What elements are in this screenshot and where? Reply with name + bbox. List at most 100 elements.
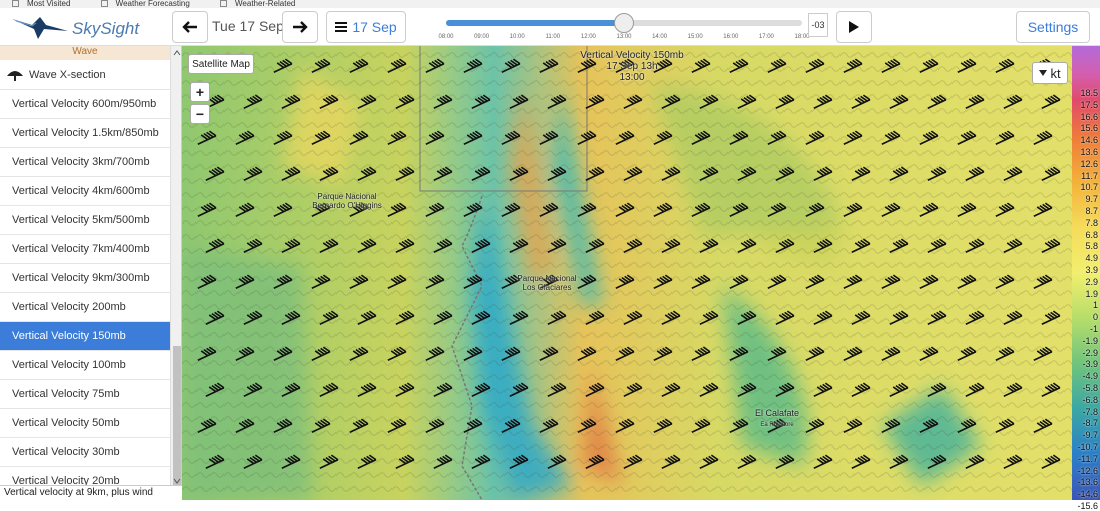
forecast-map[interactable]: Satellite Map + − Vertical Velocity 150m…: [182, 46, 1072, 500]
legend-value: 8.7: [1085, 206, 1098, 216]
legend-value: -14.6: [1077, 489, 1098, 500]
sidebar-section-wave[interactable]: Wave: [0, 46, 170, 60]
folder-icon: [100, 0, 108, 8]
legend-value: 15.6: [1080, 123, 1098, 134]
time-tick-label: 14:00: [652, 34, 668, 40]
legend-value: 3.9: [1085, 265, 1098, 275]
time-tick-label: 10:00: [509, 34, 525, 40]
legend-value: 5.8: [1085, 241, 1098, 252]
legend-value: -2.9: [1082, 347, 1098, 358]
legend-value: 11.7: [1081, 170, 1098, 181]
app-logo[interactable]: SkySight: [10, 13, 170, 41]
umbrella-wave-icon: [7, 70, 23, 81]
legend-value: 4.9: [1085, 253, 1098, 264]
gear-icon: [12, 0, 19, 8]
legend-value: -11.7: [1078, 453, 1098, 464]
sidebar-item[interactable]: Vertical Velocity 1.5km/850mb: [0, 119, 170, 148]
time-ticks: 08:00 09:00 10:00 11:00 12:00 13:00 14:00 15:00…: [438, 32, 809, 42]
legend-value: -10.7: [1077, 442, 1098, 452]
legend-value: 10.7: [1080, 182, 1098, 193]
top-toolbar: SkySight Tue 17 Sep 17 Sep 08:00 09:00 10:…: [0, 8, 1100, 46]
legend-value: -8.7: [1082, 418, 1098, 429]
legend-value: -9.7: [1082, 430, 1098, 441]
folder-icon: [220, 0, 228, 8]
sidebar-scrollbar[interactable]: [170, 46, 182, 500]
legend-value: 14.6: [1080, 135, 1098, 146]
time-tick-label: 13:00: [616, 34, 632, 40]
place-label-el-calafate: El Calafate: [754, 408, 800, 418]
legend-value: -7.8: [1082, 406, 1098, 417]
time-tick-label: 08:00: [438, 34, 454, 40]
time-slider-thumb[interactable]: [614, 13, 634, 33]
legend-value: 18.5: [1080, 88, 1098, 98]
bookmark-weather-related[interactable]: Weather-Related: [214, 0, 303, 8]
scroll-up-icon[interactable]: [171, 48, 182, 58]
map-title-line1: Vertical Velocity 150mb: [580, 50, 684, 61]
legend-value: 6.8: [1085, 229, 1098, 240]
legend-value: 17.5: [1080, 99, 1098, 110]
satellite-map-button[interactable]: Satellite Map: [188, 54, 254, 74]
sidebar-item[interactable]: Vertical Velocity 50mb: [0, 409, 170, 438]
time-slider-fill: [446, 20, 624, 26]
time-tick-label: 17:00: [758, 34, 774, 40]
legend-value: -12.6: [1077, 465, 1098, 476]
sidebar-item[interactable]: Vertical Velocity 150mb: [0, 322, 170, 351]
legend-value: 0: [1092, 312, 1098, 323]
bookmark-most-visited[interactable]: Most Visited: [6, 0, 78, 8]
legend-value: 7.8: [1085, 217, 1098, 228]
legend-value: -6.8: [1082, 394, 1098, 405]
legend-value: -3.9: [1082, 359, 1098, 370]
sidebar-item[interactable]: Vertical Velocity 100mb: [0, 351, 170, 380]
sidebar-item[interactable]: Vertical Velocity 5km/500mb: [0, 206, 170, 235]
sidebar-item[interactable]: Vertical Velocity 3km/700mb: [0, 148, 170, 177]
units-dropdown[interactable]: kt: [1032, 62, 1068, 84]
legend-value: 1.9: [1085, 288, 1098, 299]
sidebar-item[interactable]: Vertical Velocity 7km/400mb: [0, 235, 170, 264]
sidebar-item[interactable]: Vertical Velocity 200mb: [0, 293, 170, 322]
time-slider[interactable]: [446, 13, 802, 33]
legend-value: 2.9: [1085, 276, 1098, 287]
prev-day-button[interactable]: [172, 11, 208, 43]
legend-value: -15.6: [1077, 501, 1098, 511]
legend-value: -5.8: [1082, 383, 1098, 393]
map-title-line3: 13:00: [619, 72, 645, 83]
legend-value: -13.6: [1077, 477, 1098, 488]
sidebar-scroll-thumb[interactable]: [173, 346, 181, 486]
hamburger-icon: [335, 22, 348, 32]
legend-value: -1.9: [1082, 335, 1098, 346]
map-canvas[interactable]: [182, 46, 1072, 500]
sidebar-item-label: Wave X-section: [29, 68, 106, 81]
arrow-left-icon: [182, 21, 197, 33]
timezone-offset: -03: [808, 13, 828, 37]
legend-value: 12.6: [1080, 158, 1098, 169]
bird-logo-icon: [12, 17, 68, 39]
time-tick-label: 12:00: [580, 34, 596, 40]
current-date: Tue 17 Sep: [212, 18, 284, 34]
time-tick-label: 11:00: [545, 34, 561, 40]
place-label-ea-ruimtore: Ea Ruimtore: [760, 422, 794, 428]
arrow-right-icon: [293, 21, 308, 33]
settings-button[interactable]: Settings: [1016, 11, 1090, 43]
sidebar-item-wave-xsection[interactable]: Wave X-section: [0, 60, 170, 90]
sidebar-item[interactable]: Vertical Velocity 4km/600mb: [0, 177, 170, 206]
map-title-line2: 17 Sep 13h: [606, 61, 658, 72]
place-label-los-glaciares: Parque Nacional Los Glaciares: [517, 274, 577, 292]
time-tick-label: 09:00: [474, 34, 490, 40]
legend-value: 16.6: [1080, 111, 1098, 122]
date-menu-label: 17 Sep: [352, 19, 397, 35]
play-button[interactable]: [836, 11, 872, 43]
legend-value: -4.9: [1082, 371, 1098, 382]
sidebar-item[interactable]: Vertical Velocity 600m/950mb: [0, 90, 170, 119]
time-tick-label: 16:00: [723, 34, 739, 40]
layer-sidebar: Wave Wave X-section Vertical Velocity 60…: [0, 46, 182, 500]
sidebar-item[interactable]: Vertical Velocity 75mb: [0, 380, 170, 409]
sidebar-item[interactable]: Vertical Velocity 9km/300mb: [0, 264, 170, 293]
date-menu-button[interactable]: 17 Sep: [326, 11, 406, 43]
bookmark-weather-forecasting[interactable]: Weather Forecasting: [95, 0, 198, 8]
zoom-in-button[interactable]: +: [190, 82, 210, 102]
zoom-out-button[interactable]: −: [190, 104, 210, 124]
time-tick-label: 15:00: [687, 34, 703, 40]
caret-down-icon: [1039, 70, 1048, 76]
next-day-button[interactable]: [282, 11, 318, 43]
sidebar-item[interactable]: Vertical Velocity 30mb: [0, 438, 170, 467]
